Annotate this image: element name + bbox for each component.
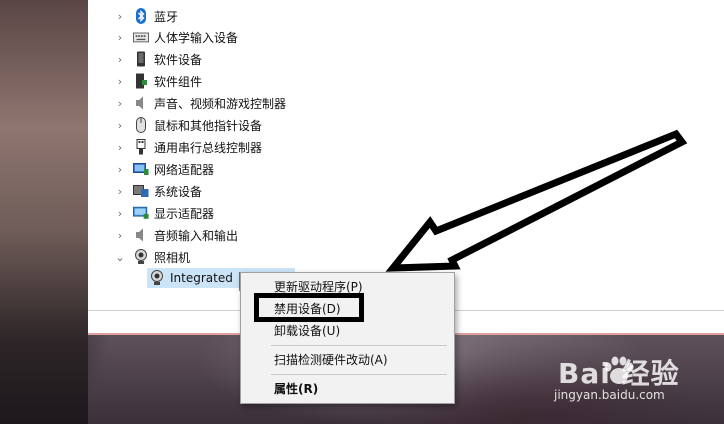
speaker-icon: [133, 95, 149, 111]
webcam-icon: [149, 270, 165, 286]
chevron-right-icon[interactable]: ›: [113, 185, 127, 198]
wallpaper-left-strip: [0, 0, 88, 424]
menu-item-label: 更新驱动程序(P): [274, 279, 363, 294]
mouse-icon: [133, 117, 149, 133]
chevron-right-icon[interactable]: ›: [113, 163, 127, 176]
tree-item-usb[interactable]: › 通用串行总线控制器: [113, 137, 262, 157]
tree-item-system-devices[interactable]: › 系统设备: [113, 181, 202, 201]
tree-item-hid[interactable]: › 人体学输入设备: [113, 27, 238, 47]
tree-item-sound-video-game[interactable]: › 声音、视频和游戏控制器: [113, 93, 286, 113]
tree-item-label: 软件设备: [154, 52, 203, 67]
bluetooth-icon: [133, 8, 149, 24]
display-adapter-icon: [133, 205, 149, 221]
tree-item-label: 通用串行总线控制器: [154, 140, 263, 155]
tree-item-label: 软件组件: [154, 74, 203, 89]
context-menu: 更新驱动程序(P) 禁用设备(D) 卸载设备(U) 扫描检测硬件改动(A) 属性…: [240, 272, 455, 404]
usb-icon: [133, 139, 149, 155]
software-component-icon: [133, 73, 149, 89]
chevron-right-icon[interactable]: ›: [113, 75, 127, 88]
tree-item-label: 蓝牙: [154, 9, 179, 24]
chevron-right-icon[interactable]: ›: [113, 53, 127, 66]
tree-item-label: 照相机: [154, 250, 191, 265]
menu-item-uninstall-device[interactable]: 卸载设备(U): [241, 319, 454, 341]
chevron-right-icon[interactable]: ›: [113, 141, 127, 154]
tree-item-cameras[interactable]: ⌄ 照相机: [113, 247, 190, 267]
menu-separator: [271, 345, 447, 346]
system-device-icon: [133, 183, 149, 199]
chevron-down-icon[interactable]: ⌄: [113, 251, 127, 264]
chevron-right-icon[interactable]: ›: [113, 207, 127, 220]
chevron-right-icon[interactable]: ›: [113, 31, 127, 44]
tree-item-label: Integrated: [170, 271, 233, 285]
camera-icon: [133, 249, 149, 265]
menu-separator: [271, 374, 447, 375]
chevron-right-icon[interactable]: ›: [113, 119, 127, 132]
keyboard-icon: [133, 29, 149, 45]
menu-item-label: 卸载设备(U): [274, 323, 341, 338]
menu-item-scan-hardware[interactable]: 扫描检测硬件改动(A): [241, 348, 454, 370]
network-adapter-icon: [133, 161, 149, 177]
tree-item-integrated-camera[interactable]: Integrated: [147, 268, 233, 288]
watermark-url: jingyan.baidu.com: [554, 388, 665, 402]
tree-item-label: 网络适配器: [154, 162, 215, 177]
menu-item-label: 扫描检测硬件改动(A): [274, 352, 388, 367]
menu-item-label: 属性(R): [274, 381, 319, 396]
tree-item-audio-io[interactable]: › 音频输入和输出: [113, 225, 238, 245]
annotation-highlight-box: [254, 293, 364, 322]
tree-item-network-adapters[interactable]: › 网络适配器: [113, 159, 214, 179]
chevron-right-icon[interactable]: ›: [113, 10, 127, 23]
tree-item-label: 鼠标和其他指针设备: [154, 118, 263, 133]
tree-item-software-components[interactable]: › 软件组件: [113, 71, 202, 91]
tree-item-bluetooth[interactable]: › 蓝牙: [113, 6, 178, 26]
phone-device-icon: [133, 51, 149, 67]
tree-item-label: 显示适配器: [154, 206, 215, 221]
chevron-right-icon[interactable]: ›: [113, 229, 127, 242]
tree-item-display-adapters[interactable]: › 显示适配器: [113, 203, 214, 223]
tree-item-label: 声音、视频和游戏控制器: [154, 96, 287, 111]
tree-item-label: 系统设备: [154, 184, 203, 199]
audio-io-icon: [133, 227, 149, 243]
menu-item-properties[interactable]: 属性(R): [241, 377, 454, 399]
tree-item-software-devices[interactable]: › 软件设备: [113, 49, 202, 69]
watermark-brand: Bai 经验: [558, 357, 680, 390]
chevron-right-icon[interactable]: ›: [113, 97, 127, 110]
tree-item-label: 人体学输入设备: [154, 30, 239, 45]
tree-item-label: 音频输入和输出: [154, 228, 239, 243]
baidu-jingyan-watermark: Bai 经验 jingyan.baidu.com: [548, 352, 720, 412]
tree-item-mice[interactable]: › 鼠标和其他指针设备: [113, 115, 262, 135]
